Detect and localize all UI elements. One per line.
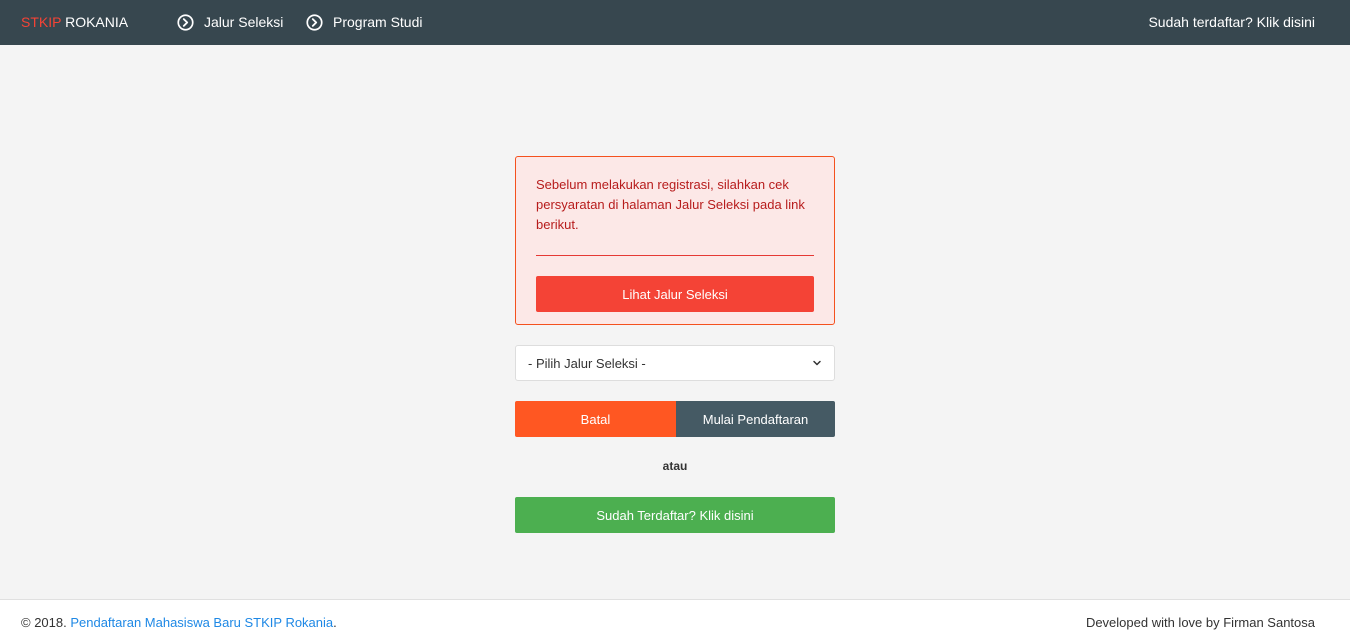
nav-item-jalur-seleksi[interactable]: Jalur Seleksi: [177, 12, 283, 32]
jalur-seleksi-select[interactable]: - Pilih Jalur Seleksi -: [515, 345, 835, 381]
nav-registered-link[interactable]: Sudah terdaftar? Klik disini: [1148, 14, 1315, 30]
cancel-button[interactable]: Batal: [515, 401, 676, 437]
brand-logo[interactable]: STKIP ROKANIA: [21, 14, 128, 30]
requirements-alert: Sebelum melakukan registrasi, silahkan c…: [515, 156, 835, 325]
nav-item-label: Program Studi: [333, 14, 423, 30]
copyright-suffix: .: [333, 615, 337, 630]
chevron-circle-right-icon: [177, 13, 194, 31]
footer-home-link[interactable]: Pendaftaran Mahasiswa Baru STKIP Rokania: [70, 615, 333, 630]
footer: © 2018. Pendaftaran Mahasiswa Baru STKIP…: [0, 599, 1350, 643]
footer-copyright: © 2018. Pendaftaran Mahasiswa Baru STKIP…: [21, 615, 337, 630]
top-navbar: STKIP ROKANIA Jalur Seleksi Program Stud…: [0, 0, 1350, 45]
copyright-prefix: © 2018.: [21, 615, 71, 630]
alert-divider: [536, 255, 814, 256]
already-registered-button[interactable]: Sudah Terdaftar? Klik disini: [515, 497, 835, 533]
or-separator: atau: [662, 459, 688, 473]
brand-rokania: ROKANIA: [61, 14, 129, 30]
footer-credit: Developed with love by Firman Santosa: [1085, 615, 1315, 630]
chevron-down-icon: [813, 360, 821, 366]
select-value: - Pilih Jalur Seleksi -: [528, 355, 646, 371]
chevron-circle-right-icon: [306, 13, 323, 31]
view-jalur-seleksi-button[interactable]: Lihat Jalur Seleksi: [536, 276, 814, 312]
form-button-group: Batal Mulai Pendaftaran: [515, 401, 835, 437]
nav-item-label: Jalur Seleksi: [204, 14, 284, 30]
start-registration-button[interactable]: Mulai Pendaftaran: [676, 401, 835, 437]
alert-message: Sebelum melakukan registrasi, silahkan c…: [536, 177, 805, 232]
nav-item-program-studi[interactable]: Program Studi: [306, 12, 422, 32]
brand-stkip: STKIP: [21, 14, 62, 30]
